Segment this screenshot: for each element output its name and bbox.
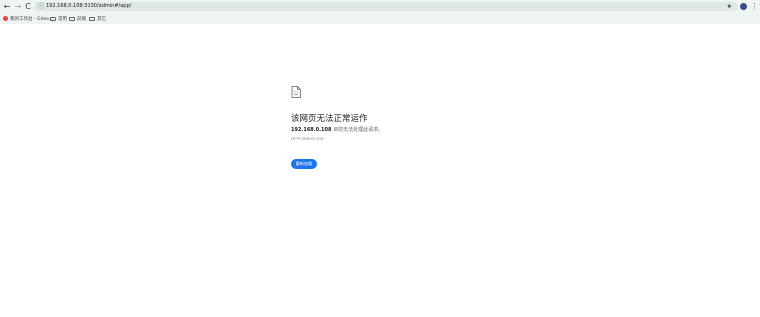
bookmark-label: 常用: [58, 16, 67, 22]
bookmark-label: 前端: [77, 16, 86, 22]
bookmark-item-gitee[interactable]: 我的工作台 - Gitee...: [3, 14, 53, 23]
sad-page-icon: [291, 86, 301, 98]
arrow-left-icon[interactable]: ←: [2, 2, 12, 12]
info-circle-icon[interactable]: ⓘ: [37, 2, 45, 11]
gitee-favicon-icon: [3, 16, 8, 21]
bookmarks-bar: 我的工作台 - Gitee... 常用 前端 其它: [0, 14, 760, 23]
bookmark-folder-frontend[interactable]: 前端: [69, 14, 86, 23]
bookmark-label: 我的工作台 - Gitee...: [10, 16, 54, 22]
reload-icon[interactable]: C: [23, 2, 33, 12]
arrow-right-icon[interactable]: →: [13, 2, 23, 12]
bookmark-label: 其它: [97, 16, 106, 22]
bookmark-folder-other[interactable]: 其它: [89, 14, 106, 23]
error-description: 192.168.0.108 目前无法处理此请求。: [291, 126, 383, 133]
browser-window: ← → C ⓘ 192.168.0.108:3130/admin#/app/ ★…: [0, 0, 760, 317]
star-icon[interactable]: ★: [727, 2, 732, 11]
error-code: HTTP ERROR 500: [291, 137, 324, 141]
error-page: 该网页无法正常运作 192.168.0.108 目前无法处理此请求。 HTTP …: [0, 24, 760, 317]
more-vert-icon[interactable]: ⋮: [751, 1, 758, 12]
url-text[interactable]: 192.168.0.108:3130/admin#/app/: [46, 2, 131, 11]
folder-icon: [50, 16, 56, 21]
browser-toolbar: ← → C ⓘ 192.168.0.108:3130/admin#/app/ ★…: [0, 0, 760, 14]
error-host: 192.168.0.108: [291, 127, 332, 133]
browser-chrome: ← → C ⓘ 192.168.0.108:3130/admin#/app/ ★…: [0, 0, 760, 24]
folder-icon: [89, 16, 95, 21]
avatar[interactable]: [740, 3, 747, 10]
folder-icon: [69, 16, 75, 21]
error-title: 该网页无法正常运作: [291, 114, 368, 124]
error-message: 目前无法处理此请求。: [331, 127, 384, 133]
reload-button[interactable]: 重新加载: [291, 159, 317, 169]
bookmark-folder-common[interactable]: 常用: [50, 14, 67, 23]
address-bar[interactable]: ⓘ 192.168.0.108:3130/admin#/app/ ★: [34, 2, 738, 11]
